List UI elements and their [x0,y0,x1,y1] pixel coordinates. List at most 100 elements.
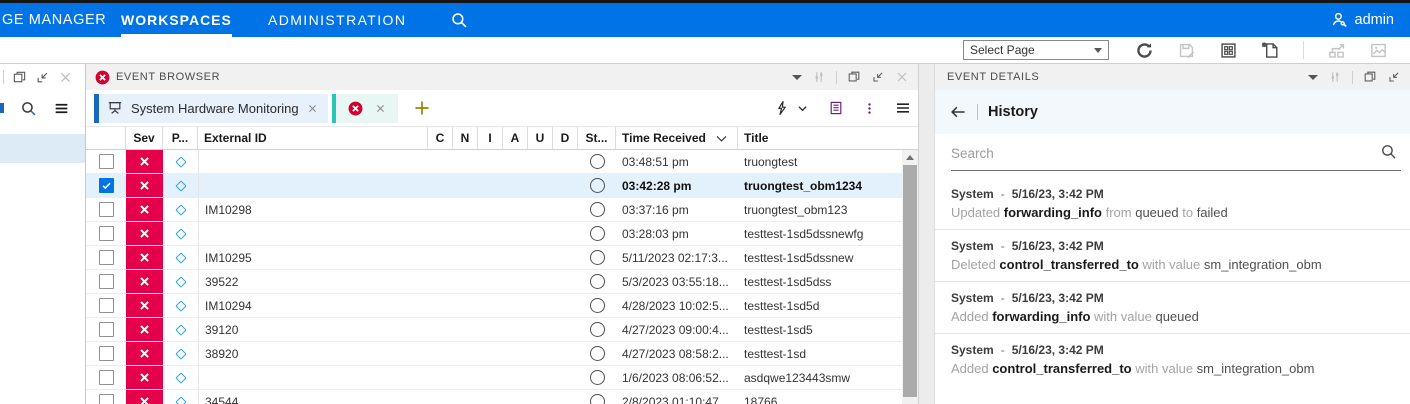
history-search-row [935,134,1410,174]
col-time-received[interactable]: Time Received [616,127,738,149]
row-checkbox[interactable] [98,202,114,217]
dropdown-icon[interactable] [792,74,802,80]
row-checkbox[interactable] [98,154,114,169]
event-log-icon[interactable] [828,100,844,116]
tab-unnamed-filtered[interactable] [331,93,398,123]
priority-diamond-icon [174,227,187,240]
lifecycle-open-icon [589,178,605,193]
severity-critical-icon [126,318,163,341]
history-entry-separator: - [1000,290,1005,305]
restore-icon[interactable] [12,70,27,85]
tab-label: System Hardware Monitoring [131,100,299,116]
history-title-bar: History [935,90,1410,134]
collapse-icon[interactable] [35,70,50,85]
collapse-icon[interactable] [871,70,885,84]
search-icon[interactable] [450,11,468,29]
scrollbar-thumb[interactable] [903,165,917,397]
title-cell: testtest-1sd5 [744,322,813,337]
user-menu[interactable]: admin [1330,3,1394,37]
close-icon[interactable] [58,70,73,85]
chevron-down-icon [1094,47,1102,53]
event-row[interactable]: 39120 4/27/2023 09:00:4... testtest-1sd5 [86,318,918,342]
event-row[interactable]: IM10295 5/11/2023 02:17:3... testtest-1s… [86,246,918,270]
severity-critical-icon [126,342,163,365]
search-icon[interactable] [20,100,37,117]
col-u[interactable]: U [528,127,553,149]
col-c[interactable]: C [428,127,453,149]
image-icon [1369,41,1388,60]
severity-cell [126,366,163,389]
row-checkbox[interactable] [98,178,114,193]
nav-tab-administration[interactable]: ADMINISTRATION [268,3,406,37]
col-d[interactable]: D [553,127,578,149]
history-entry-meta: System - 5/16/23, 3:42 PM [951,238,1394,253]
col-select[interactable] [86,127,126,149]
priority-cell [163,395,198,404]
col-priority[interactable]: P... [163,127,198,149]
col-external-id[interactable]: External ID [198,127,428,149]
history-title: History [988,104,1038,120]
collapse-icon[interactable] [1387,70,1401,84]
edit-page-icon [1177,41,1196,60]
row-checkbox[interactable] [98,394,114,404]
chevron-down-icon [796,102,809,115]
vertical-scrollbar[interactable] [902,150,918,404]
col-i[interactable]: I [478,127,503,149]
event-row[interactable]: 03:42:28 pm truongtest_obm1234 [86,174,918,198]
col-a[interactable]: A [503,127,528,149]
col-state[interactable]: St... [578,127,616,149]
event-row[interactable]: 38920 4/27/2023 08:58:2... testtest-1sd [86,342,918,366]
add-tab-icon[interactable] [413,99,431,117]
back-arrow-icon[interactable] [949,103,967,121]
menu-icon[interactable] [895,100,911,116]
event-row[interactable]: 34544 2/8/2023 01:10:47... 18766 [86,390,918,404]
menu-icon[interactable] [53,100,70,117]
panel-splitter[interactable] [919,64,935,404]
restore-icon[interactable] [847,70,861,84]
col-severity[interactable]: Sev [126,127,163,149]
side-panel-selected-item[interactable] [0,134,85,163]
external-id-cell: 34544 [198,390,428,404]
history-entry: System - 5/16/23, 3:42 PM Added control_… [935,334,1410,385]
search-icon[interactable] [1380,143,1397,160]
row-checkbox[interactable] [98,226,114,241]
scroll-up-button[interactable] [902,150,918,165]
restore-icon[interactable] [1363,70,1377,84]
critical-badge-icon [95,70,110,85]
page-selector[interactable]: Select Page [963,40,1109,60]
row-checkbox[interactable] [98,370,114,385]
row-checkbox[interactable] [98,322,114,337]
time-received-cell: 5/3/2023 03:55:18... [622,274,729,289]
event-row[interactable]: IM10298 03:37:16 pm truongtest_obm123 [86,198,918,222]
row-checkbox[interactable] [98,250,114,265]
external-id-cell: 39120 [198,318,428,341]
external-id-cell [198,174,428,197]
title-cell: testtest-1sd5dss [744,274,832,289]
event-row[interactable]: IM10294 4/28/2023 10:02:5... testtest-1s… [86,294,918,318]
tab-system-hardware-monitoring[interactable]: System Hardware Monitoring [94,93,328,123]
divider [836,70,837,84]
sort-chevron-icon[interactable] [715,132,728,145]
close-icon[interactable] [375,103,386,114]
nav-tab-workspaces[interactable]: WORKSPACES [121,3,232,37]
row-checkbox[interactable] [98,298,114,313]
component-gallery-icon[interactable] [1219,41,1238,60]
refresh-icon[interactable] [1135,41,1154,60]
close-icon[interactable] [895,70,909,84]
severity-cell [126,294,163,317]
dropdown-icon[interactable] [1308,74,1318,80]
event-row[interactable]: 03:48:51 pm truongtest [86,150,918,174]
event-row[interactable]: 1/6/2023 08:06:52... asdqwe123443smw [86,366,918,390]
new-page-icon[interactable] [1261,41,1280,60]
event-row[interactable]: 03:28:03 pm testtest-1sd5dssnewfg [86,222,918,246]
event-row[interactable]: 39522 5/3/2023 03:55:18... testtest-1sd5… [86,270,918,294]
col-title[interactable]: Title [738,127,918,149]
kebab-icon[interactable] [863,102,876,115]
col-n[interactable]: N [453,127,478,149]
search-input[interactable] [951,141,1370,165]
close-icon[interactable] [307,103,318,114]
row-checkbox[interactable] [98,346,114,361]
auto-refresh-dropdown[interactable] [774,100,809,116]
title-cell: truongtest_obm123 [744,202,848,217]
row-checkbox[interactable] [98,274,114,289]
